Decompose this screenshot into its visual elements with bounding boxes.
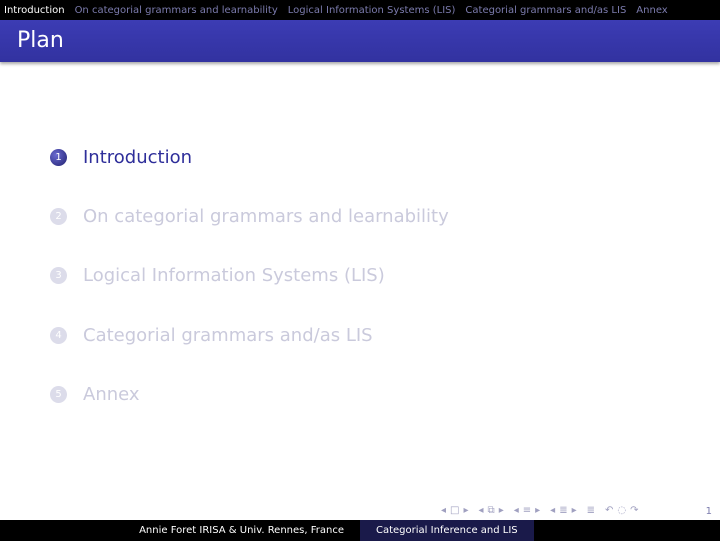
footer-author: Annie Foret IRISA & Univ. Rennes, France [0, 520, 360, 541]
section-icon[interactable]: ≣ [559, 505, 567, 516]
next-section-icon[interactable]: ▸ [572, 505, 577, 516]
toc-number-badge: 2 [50, 207, 67, 225]
nav-item-logical-information-systems[interactable]: Logical Information Systems (LIS) [288, 5, 456, 16]
toc-item-categorial-grammars-learnability[interactable]: 2 On categorial grammars and learnabilit… [50, 202, 650, 230]
slide-title: Plan [17, 28, 64, 53]
search-forward-icon[interactable]: ↷ [630, 505, 638, 516]
toc-item-introduction[interactable]: 1 Introduction [50, 143, 650, 171]
frame-icon[interactable]: ⧉ [488, 505, 495, 516]
toc-label: Logical Information Systems (LIS) [83, 264, 385, 286]
subsection-icon[interactable]: ≡ [523, 505, 531, 516]
next-frame-icon[interactable]: ▸ [499, 505, 504, 516]
next-slide-icon[interactable]: ▸ [463, 505, 468, 516]
toc-item-categorial-grammars-as-lis[interactable]: 4 Categorial grammars and/as LIS [50, 321, 650, 349]
section-navigation-bar: Introduction On categorial grammars and … [0, 0, 720, 20]
slide-icon[interactable]: □ [450, 505, 459, 516]
beamer-navigation-symbols: ◂ □ ▸ ◂ ⧉ ▸ ◂ ≡ ▸ ◂ ≣ ▸ ≣ ↶ ◌ ↷ [441, 503, 643, 517]
document-icon[interactable]: ≣ [587, 505, 595, 516]
next-subsection-icon[interactable]: ▸ [535, 505, 540, 516]
toc-item-logical-information-systems[interactable]: 3 Logical Information Systems (LIS) [50, 261, 650, 289]
page-number: 1 [705, 506, 712, 517]
toc-number-badge: 1 [50, 148, 67, 166]
prev-frame-icon[interactable]: ◂ [479, 505, 484, 516]
toc-label: Introduction [83, 146, 193, 168]
toc-label: On categorial grammars and learnability [83, 205, 449, 227]
toc-number-badge: 3 [50, 266, 67, 284]
toc-label: Annex [83, 383, 140, 405]
toc-number-badge: 4 [50, 326, 67, 344]
search-back-icon[interactable]: ↶ [605, 505, 613, 516]
prev-subsection-icon[interactable]: ◂ [514, 505, 519, 516]
nav-item-annex[interactable]: Annex [636, 5, 667, 16]
prev-section-icon[interactable]: ◂ [550, 505, 555, 516]
nav-item-categorial-grammars-learnability[interactable]: On categorial grammars and learnability [75, 5, 278, 16]
footer-bar: Annie Foret IRISA & Univ. Rennes, France… [0, 520, 720, 541]
footer-title-section: Categorial Inference and LIS [360, 520, 720, 541]
footer-title: Categorial Inference and LIS [360, 520, 534, 541]
toc-label: Categorial grammars and/as LIS [83, 324, 373, 346]
toc-number-badge: 5 [50, 385, 67, 403]
slide-title-bar: Plan [0, 20, 720, 62]
nav-item-introduction[interactable]: Introduction [4, 5, 65, 16]
toc-item-annex[interactable]: 5 Annex [50, 380, 650, 408]
prev-slide-icon[interactable]: ◂ [441, 505, 446, 516]
nav-item-categorial-grammars-as-lis[interactable]: Categorial grammars and/as LIS [465, 5, 626, 16]
search-icon[interactable]: ◌ [617, 505, 626, 516]
